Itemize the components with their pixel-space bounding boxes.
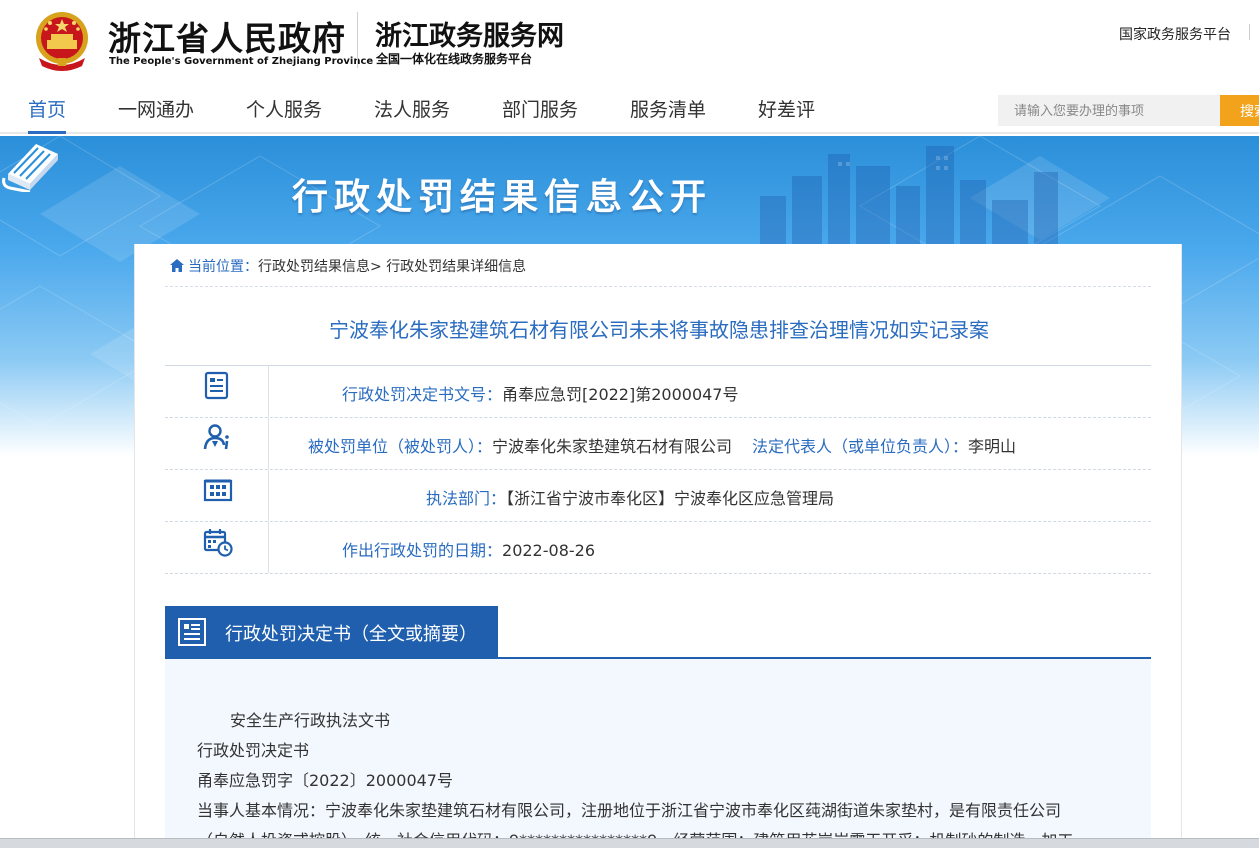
breadcrumb: 当前位置：行政处罚结果信息> 行政处罚结果详细信息 (169, 256, 526, 276)
decision-document-body: 安全生产行政执法文书 行政处罚决定书 甬奉应急罚字〔2022〕2000047号 … (165, 659, 1151, 848)
document-line: 安全生产行政执法文书 (230, 711, 391, 730)
enforcement-dept-label: 执法部门： (426, 489, 507, 508)
info-text: 作出行政处罚的日期：2022-08-26 (342, 537, 595, 561)
site-header: 浙江省人民政府 The People's Government of Zheji… (0, 0, 1259, 86)
national-platform-link[interactable]: 国家政务服务平台 (1119, 24, 1231, 44)
nav-service-list[interactable]: 服务清单 (630, 95, 706, 122)
browser-bottom-bar (0, 838, 1259, 848)
building-icon (203, 479, 233, 502)
info-icon-cell (165, 522, 269, 573)
search-button[interactable]: 搜索 (1220, 95, 1259, 126)
banner-title: 行政处罚结果信息公开 (292, 177, 713, 218)
legal-representative-value: 李明山 (968, 437, 1017, 456)
record-title: 宁波奉化朱家垫建筑石材有限公司未未将事故隐患排查治理情况如实记录案 (329, 318, 989, 342)
info-row-penalized-party: 被处罚单位（被处罚人）：宁波奉化朱家垫建筑石材有限公司 法定代表人（或单位负责人）… (165, 418, 1151, 470)
person-icon (203, 424, 229, 450)
main-content: 当前位置：行政处罚结果信息> 行政处罚结果详细信息 宁波奉化朱家垫建筑石材有限公… (134, 244, 1182, 848)
header-separator (1249, 24, 1250, 40)
breadcrumb-label: 当前位置： (188, 259, 258, 275)
enforcement-dept-value: 【浙江省宁波市奉化区】宁波奉化区应急管理局 (506, 489, 835, 508)
nav-corporate-services[interactable]: 法人服务 (374, 95, 450, 122)
document-list-icon (178, 618, 206, 646)
decision-date-label: 作出行政处罚的日期： (342, 541, 503, 560)
nav-one-stop[interactable]: 一网通办 (118, 95, 194, 122)
document-icon (204, 371, 229, 400)
search-input[interactable] (998, 95, 1220, 126)
penalized-party-label: 被处罚单位（被处罚人）： (308, 437, 493, 456)
gov-title: 浙江省人民政府 (108, 19, 346, 58)
info-row-enforcement-dept: 执法部门：【浙江省宁波市奉化区】宁波奉化区应急管理局 (165, 470, 1151, 522)
info-icon-cell (165, 470, 269, 521)
decision-section-label: 行政处罚决定书（全文或摘要） (225, 624, 477, 645)
info-text: 行政处罚决定书文号：甬奉应急罚[2022]第2000047号 (342, 381, 738, 405)
legal-representative-label: 法定代表人（或单位负责人）： (752, 437, 969, 456)
gov-subtitle: The People's Government of Zhejiang Prov… (109, 56, 374, 67)
info-icon-cell (165, 366, 269, 417)
decision-date-value: 2022-08-26 (502, 541, 595, 560)
penalized-party-value: 宁波奉化朱家垫建筑石材有限公司 (492, 437, 733, 456)
nav-personal-services[interactable]: 个人服务 (246, 95, 322, 122)
divider (165, 286, 1151, 287)
book-icon (2, 144, 58, 192)
nav-department-services[interactable]: 部门服务 (502, 95, 578, 122)
breadcrumb-separator: > (370, 259, 382, 275)
document-line: 甬奉应急罚字〔2022〕2000047号 (197, 771, 453, 790)
info-text: 执法部门：【浙江省宁波市奉化区】宁波奉化区应急管理局 (426, 485, 834, 509)
header-divider (357, 12, 358, 68)
document-line: 行政处罚决定书 (197, 741, 310, 760)
active-nav-indicator (28, 131, 66, 134)
calendar-icon (203, 529, 233, 557)
info-row-decision-date: 作出行政处罚的日期：2022-08-26 (165, 522, 1151, 574)
info-row-decision-number: 行政处罚决定书文号：甬奉应急罚[2022]第2000047号 (165, 366, 1151, 418)
record-info-table: 行政处罚决定书文号：甬奉应急罚[2022]第2000047号 被处罚单位（被处罚… (165, 366, 1151, 574)
decision-section-tab[interactable]: 行政处罚决定书（全文或摘要） (165, 606, 498, 658)
service-subtitle: 全国一体化在线政务服务平台 (376, 52, 533, 66)
breadcrumb-item-penalty-info[interactable]: 行政处罚结果信息 (258, 259, 370, 275)
breadcrumb-item-penalty-detail[interactable]: 行政处罚结果详细信息 (386, 259, 526, 275)
decision-number-value: 甬奉应急罚[2022]第2000047号 (502, 385, 739, 404)
main-nav: 首页 一网通办 个人服务 法人服务 部门服务 服务清单 好差评 搜索 (0, 86, 1259, 134)
service-title[interactable]: 浙江政务服务网 (375, 14, 564, 53)
national-emblem-icon (36, 12, 88, 71)
home-icon[interactable] (169, 258, 185, 273)
nav-rating[interactable]: 好差评 (758, 95, 815, 122)
info-icon-cell (165, 418, 269, 469)
decision-number-label: 行政处罚决定书文号： (342, 385, 503, 404)
info-text: 被处罚单位（被处罚人）：宁波奉化朱家垫建筑石材有限公司 法定代表人（或单位负责人）… (308, 433, 1016, 457)
nav-home[interactable]: 首页 (28, 95, 66, 122)
document-line: 当事人基本情况：宁波奉化朱家垫建筑石材有限公司，注册地位于浙江省宁波市奉化区莼湖… (197, 801, 1062, 820)
